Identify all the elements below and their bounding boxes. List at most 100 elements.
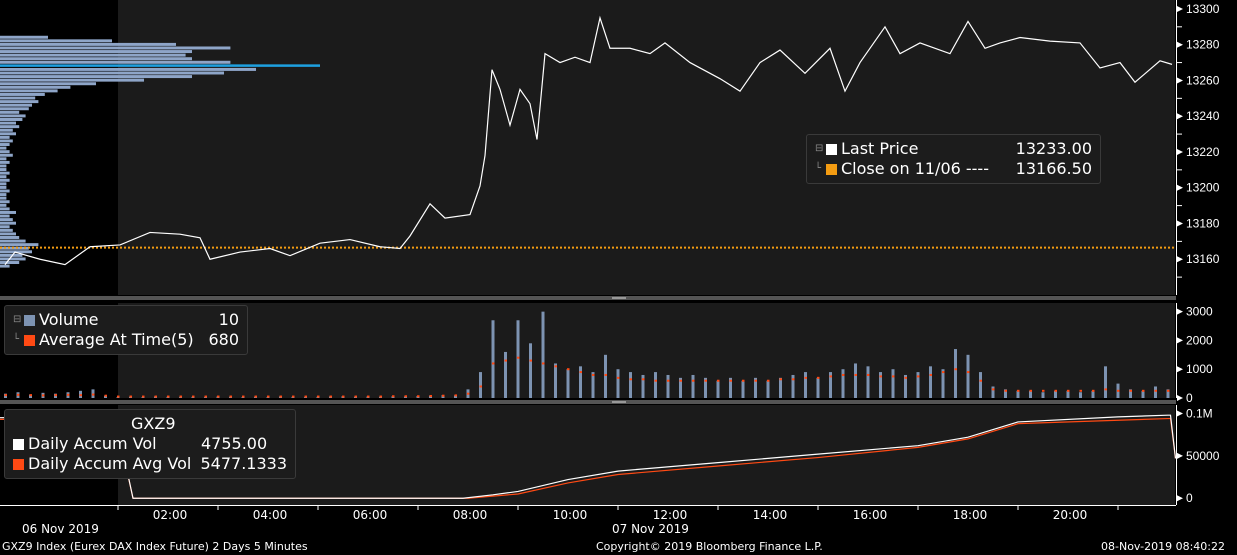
volume-bar <box>579 366 582 398</box>
volume-bar <box>741 380 745 398</box>
avg-volume-dot <box>617 376 620 379</box>
last-price-swatch <box>826 143 837 155</box>
y-tick-marker <box>1177 5 1183 12</box>
y-tick-label: 13220 <box>1186 145 1220 159</box>
x-tick-label: 08:00 <box>452 508 488 522</box>
volume-profile-bar <box>0 135 10 139</box>
volume-swatch <box>24 314 35 326</box>
volume-profile-bar <box>0 228 13 232</box>
collapse-icon[interactable]: ⊟ <box>815 139 824 159</box>
volume-profile-bar <box>0 203 7 207</box>
volume-bar <box>929 366 932 398</box>
volume-profile-bar <box>0 64 320 67</box>
volume-profile-bar <box>0 236 20 239</box>
y-tick-marker <box>1177 77 1183 84</box>
volume-profile-bar <box>0 196 7 200</box>
volume-bar <box>554 363 557 398</box>
volume-bar <box>1029 390 1032 398</box>
volume-profile-bar <box>0 92 45 96</box>
avg-volume-dot <box>667 379 670 382</box>
y-tick-marker <box>1177 308 1183 315</box>
volume-profile-bar <box>0 232 16 236</box>
avg-volume-dot <box>1079 389 1082 392</box>
x-tick-label: 04:00 <box>252 508 288 522</box>
x-tick-label: 10:00 <box>552 508 588 522</box>
avg-volume-dot <box>117 395 120 398</box>
footer-timestamp: 08-Nov-2019 08:40:22 <box>1101 540 1226 553</box>
volume-profile-bar <box>0 153 13 157</box>
volume-profile-bar <box>0 257 26 261</box>
avg-volume-dot <box>742 379 745 382</box>
volume-profile-bar <box>0 225 10 229</box>
avg-volume-dot <box>729 379 732 382</box>
legend-value: 4755.00 <box>201 434 268 453</box>
volume-profile-bar <box>0 71 224 75</box>
legend-label: Last Price <box>841 139 919 158</box>
y-tick-label: 50000 <box>1186 449 1220 463</box>
avg-volume-dot <box>1029 389 1032 392</box>
avg-volume-dot <box>979 379 982 382</box>
volume-profile-bar <box>0 121 16 125</box>
volume-bar <box>991 386 995 398</box>
x-tick-label: 16:00 <box>852 508 888 522</box>
accum-legend: GXZ9 Daily Accum Vol 4755.00 Daily Accum … <box>4 409 296 479</box>
avg-volume-dot <box>454 394 457 397</box>
y-tick-marker <box>1177 452 1183 459</box>
volume-bar <box>516 320 520 398</box>
volume-bar <box>841 369 845 398</box>
volume-profile-bar <box>0 150 10 154</box>
avg-volume-dot <box>54 394 57 397</box>
avg-volume-dot <box>854 373 857 376</box>
avg-volume-dot <box>329 395 332 398</box>
avg-volume-dot <box>867 373 870 376</box>
volume-profile-bar <box>0 261 20 265</box>
avg-volume-dot <box>1042 389 1045 392</box>
volume-profile-bar <box>0 96 36 100</box>
volume-bar <box>891 369 895 398</box>
volume-profile-bar <box>0 118 23 121</box>
avg-volume-dot <box>992 388 995 391</box>
y-tick-label: 0 <box>1186 391 1193 405</box>
y-tick-marker <box>1177 410 1183 417</box>
volume-profile-bar <box>0 157 7 161</box>
avg-volume-dot <box>104 394 107 397</box>
volume-bar <box>504 351 507 398</box>
volume-profile-bar <box>0 139 13 143</box>
avg-volume-dot <box>192 395 195 398</box>
y-tick-label: 3000 <box>1186 305 1213 319</box>
volume-bar <box>1104 366 1107 398</box>
avg-volume-dot <box>129 395 132 398</box>
x-tick-label: 12:00 <box>652 508 688 522</box>
collapse-icon[interactable]: ⊟ <box>13 310 22 330</box>
avg-volume-dot <box>1054 389 1057 392</box>
volume-bar <box>529 343 532 398</box>
avg-volume-dot <box>504 359 507 362</box>
avg-volume-dot <box>629 378 632 381</box>
avg-volume-dot <box>1167 389 1170 392</box>
avg-volume-dot <box>292 395 295 398</box>
volume-bar <box>816 377 820 398</box>
avg-volume-dot <box>517 356 520 359</box>
volume-profile-bar <box>0 243 39 247</box>
panel-divider <box>0 296 1176 300</box>
avg-volume-dot <box>804 376 807 379</box>
legend-value: 10 <box>218 310 239 329</box>
panel-bg <box>118 303 1175 398</box>
legend-label: Volume <box>39 310 99 329</box>
avg-volume-dot <box>654 379 657 382</box>
avg-volume-dot <box>317 395 320 398</box>
volume-profile-bar <box>0 175 7 179</box>
avg-volume-dot <box>829 375 832 378</box>
legend-value: 5477.1333 <box>200 454 287 473</box>
y-tick-marker <box>1177 220 1183 227</box>
volume-profile-bar <box>0 114 26 118</box>
volume-bar <box>866 366 870 398</box>
resize-handle <box>612 401 626 403</box>
footer-security: GXZ9 Index (Eurex DAX Index Future) 2 Da… <box>2 540 308 553</box>
x-tick-label: 18:00 <box>952 508 988 522</box>
avg-volume-dot <box>429 394 432 397</box>
resize-handle <box>612 297 626 299</box>
avg-volume-dot <box>579 371 582 374</box>
volume-bar <box>941 369 945 398</box>
volume-profile-bar <box>0 85 71 89</box>
